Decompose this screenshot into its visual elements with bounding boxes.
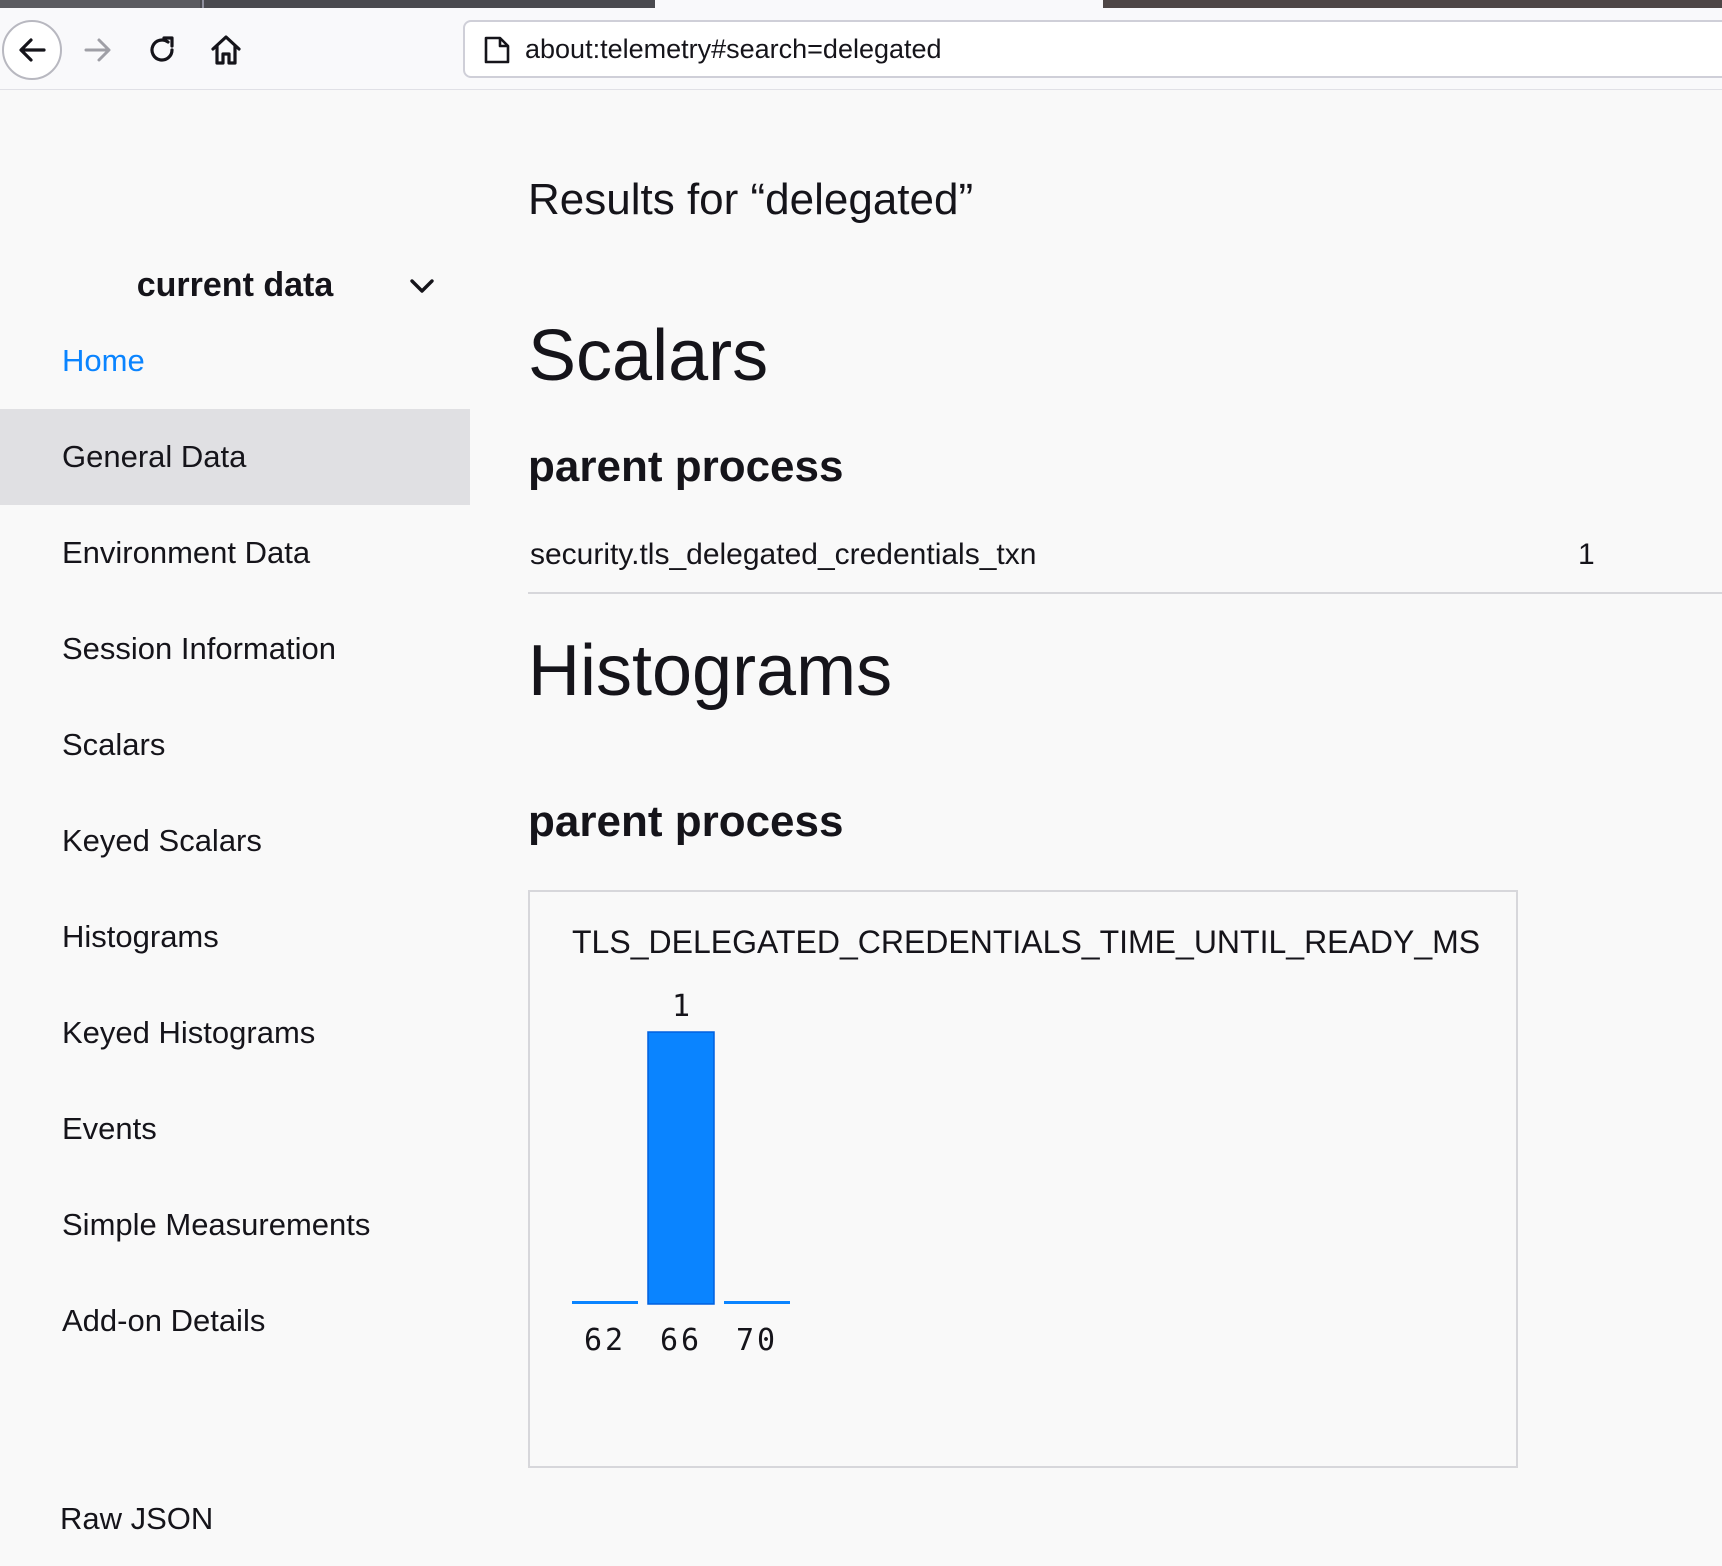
histogram-card: TLS_DELEGATED_CREDENTIALS_TIME_UNTIL_REA… bbox=[528, 890, 1518, 1468]
histogram-bar-62 bbox=[572, 1301, 638, 1304]
back-button[interactable] bbox=[2, 20, 62, 80]
tab-divider bbox=[202, 0, 204, 8]
arrow-left-icon bbox=[19, 38, 46, 62]
tab-inactive-2[interactable] bbox=[1103, 0, 1722, 8]
scalars-section-title: Scalars bbox=[528, 316, 769, 396]
histogram-bucket-label: 62 bbox=[584, 1323, 626, 1358]
home-icon bbox=[211, 35, 241, 65]
reload-button[interactable] bbox=[132, 20, 192, 80]
sidebar-item-histograms[interactable]: Histograms bbox=[0, 889, 470, 985]
tab-active[interactable] bbox=[655, 0, 1103, 8]
tab-strip bbox=[0, 0, 1722, 8]
category-select-label: current data bbox=[136, 265, 334, 304]
histograms-section-title: Histograms bbox=[528, 631, 893, 711]
sidebar-item-scalars[interactable]: Scalars bbox=[0, 697, 470, 793]
histograms-process-title: parent process bbox=[528, 797, 844, 846]
histogram-bar-66 bbox=[647, 1031, 715, 1305]
scalars-process-title: parent process bbox=[528, 442, 844, 491]
page-icon bbox=[484, 36, 510, 64]
category-select[interactable]: current data bbox=[0, 250, 470, 320]
home-button[interactable] bbox=[196, 20, 256, 80]
sidebar-item-simple-measurements[interactable]: Simple Measurements bbox=[0, 1177, 470, 1273]
reload-icon bbox=[150, 36, 174, 62]
sidebar-item-home[interactable]: Home bbox=[0, 313, 470, 409]
sidebar: current data Home General Data Environme… bbox=[0, 90, 470, 1566]
chevron-down-icon bbox=[410, 279, 434, 293]
sidebar-item-environment-data[interactable]: Environment Data bbox=[0, 505, 470, 601]
main-content: Results for “delegated” Scalars parent p… bbox=[528, 90, 1722, 1566]
sidebar-item-keyed-histograms[interactable]: Keyed Histograms bbox=[0, 985, 470, 1081]
url-bar[interactable] bbox=[463, 20, 1722, 78]
histogram-bar-70 bbox=[724, 1301, 790, 1304]
scalar-key: security.tls_delegated_credentials_txn bbox=[530, 538, 1037, 571]
sidebar-item-keyed-scalars[interactable]: Keyed Scalars bbox=[0, 793, 470, 889]
histogram-value-label: 1 bbox=[672, 989, 690, 1024]
navigation-toolbar bbox=[0, 8, 1722, 90]
sidebar-item-addon-details[interactable]: Add-on Details bbox=[0, 1273, 470, 1369]
sidebar-item-session-information[interactable]: Session Information bbox=[0, 601, 470, 697]
tab-inactive-1[interactable] bbox=[0, 0, 200, 8]
raw-json-link[interactable]: Raw JSON bbox=[0, 1471, 470, 1566]
histogram-bucket-label: 70 bbox=[736, 1323, 778, 1358]
url-input[interactable] bbox=[525, 22, 1625, 76]
histogram-bucket-label: 66 bbox=[660, 1323, 702, 1358]
forward-button[interactable] bbox=[68, 20, 128, 80]
sidebar-item-general-data[interactable]: General Data bbox=[0, 409, 470, 505]
results-title: Results for “delegated” bbox=[528, 175, 974, 224]
table-row: security.tls_delegated_credentials_txn 1 bbox=[528, 530, 1722, 594]
histogram-chart: 62 66 1 70 bbox=[572, 989, 790, 1358]
arrow-right-icon bbox=[84, 38, 111, 62]
sidebar-item-events[interactable]: Events bbox=[0, 1081, 470, 1177]
scalar-value: 1 bbox=[1578, 538, 1595, 571]
